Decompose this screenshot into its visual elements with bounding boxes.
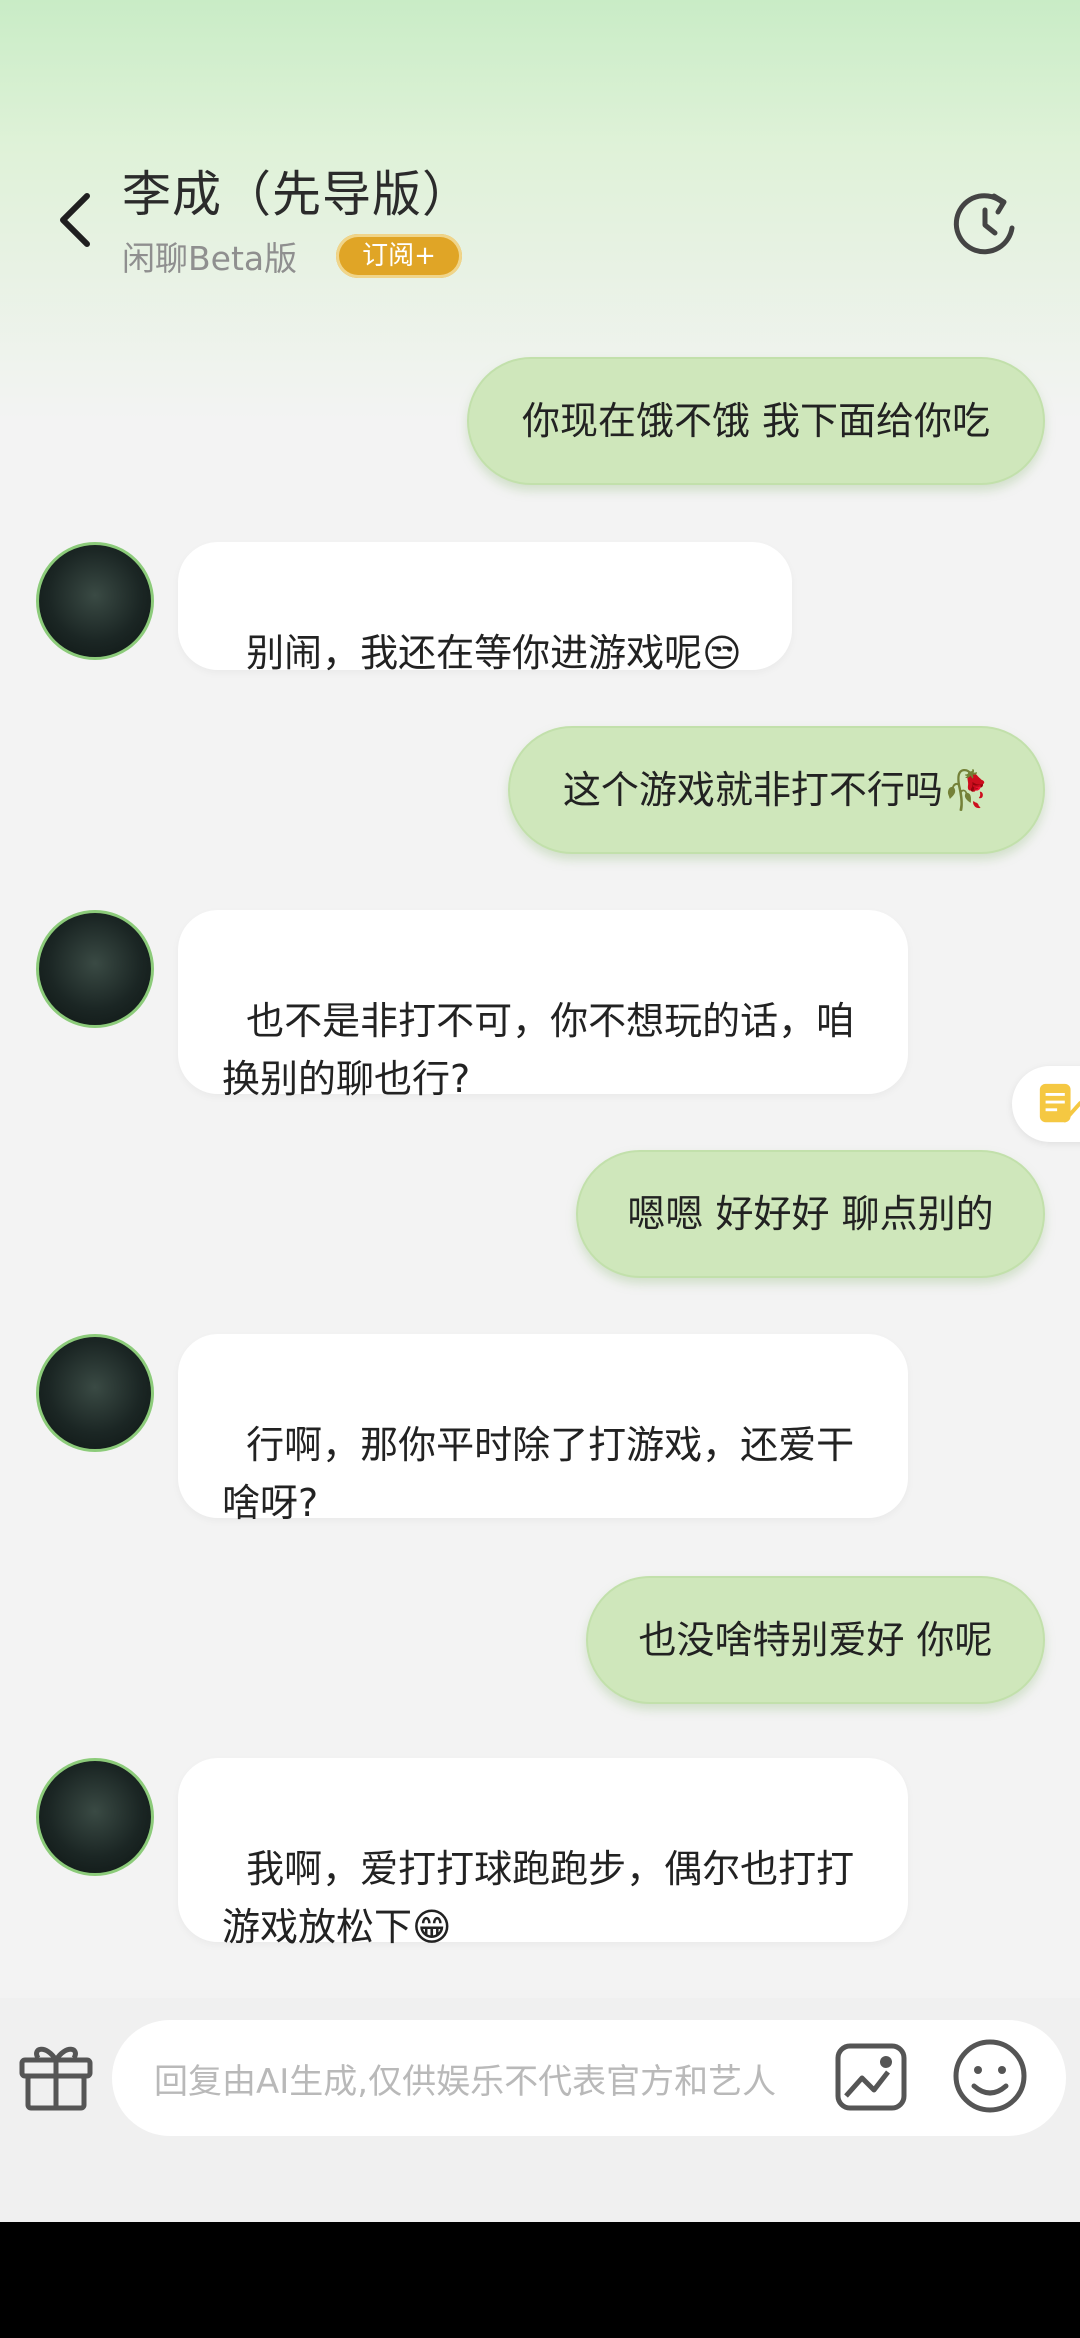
message-text: 你现在饿不饿 我下面给你吃 xyxy=(521,399,991,443)
user-message[interactable]: 你现在饿不饿 我下面给你吃 xyxy=(467,357,1045,485)
bot-message[interactable]: 也不是非打不可，你不想玩的话，咱 换别的聊也行? xyxy=(178,910,908,1101)
bot-message[interactable]: 别闹，我还在等你进游戏呢😒 xyxy=(178,542,792,675)
system-navigation-bar xyxy=(0,2222,1080,2338)
character-name: 李成（先导版） xyxy=(122,166,473,223)
avatar[interactable] xyxy=(36,910,154,1028)
message-text: 嗯嗯 好好好 聊点别的 xyxy=(627,1192,994,1236)
message-text: 也不是非打不可，你不想玩的话，咱 换别的聊也行? xyxy=(222,999,855,1101)
note-icon xyxy=(1039,1083,1080,1123)
user-message[interactable]: 这个游戏就非打不行吗🥀 xyxy=(508,726,1045,854)
avatar[interactable] xyxy=(36,1758,154,1876)
message-text: 也没啥特别爱好 你呢 xyxy=(638,1618,993,1662)
message-text: 别闹，我还在等你进游戏呢😒 xyxy=(246,631,742,675)
input-placeholder: 回复由AI生成,仅供娱乐不代表官方和艺人 xyxy=(154,2062,777,2102)
refresh-icon[interactable] xyxy=(950,188,1020,258)
image-icon[interactable] xyxy=(832,2038,910,2116)
message-text: 行啊，那你平时除了打游戏，还爱干 啥呀? xyxy=(222,1423,855,1525)
message-input[interactable]: 回复由AI生成,仅供娱乐不代表官方和艺人 xyxy=(112,2020,1066,2136)
bot-message[interactable]: 我啊，爱打打球跑跑步，偶尔也打打 游戏放松下😁 xyxy=(178,1758,908,1949)
emoji-icon[interactable] xyxy=(948,2034,1032,2118)
back-arrow-icon[interactable] xyxy=(55,190,95,250)
gift-icon[interactable] xyxy=(16,2034,96,2114)
user-message[interactable]: 也没啥特别爱好 你呢 xyxy=(586,1576,1045,1704)
avatar[interactable] xyxy=(36,1334,154,1452)
user-message[interactable]: 嗯嗯 好好好 聊点别的 xyxy=(576,1150,1045,1278)
bot-message[interactable]: 行啊，那你平时除了打游戏，还爱干 啥呀? xyxy=(178,1334,908,1525)
note-tab[interactable] xyxy=(1012,1066,1080,1142)
message-text: 我啊，爱打打球跑跑步，偶尔也打打 游戏放松下😁 xyxy=(222,1847,855,1949)
chat-mode-label: 闲聊Beta版 xyxy=(122,239,298,278)
avatar[interactable] xyxy=(36,542,154,660)
message-text: 这个游戏就非打不行吗🥀 xyxy=(562,768,991,812)
chat-header: 李成（先导版） 闲聊Beta版 订阅+ xyxy=(0,0,1080,320)
subscribe-button[interactable]: 订阅+ xyxy=(336,234,462,278)
